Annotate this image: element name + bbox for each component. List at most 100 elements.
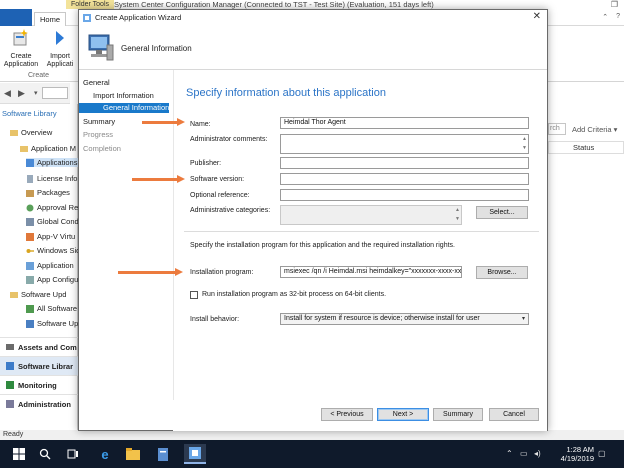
tree-item-software-updates[interactable]: Software Upd: [10, 290, 66, 299]
chevron-up-icon[interactable]: ⌃: [602, 13, 608, 21]
tree-item-all-software-updates[interactable]: All Software: [26, 304, 77, 313]
applications-icon: [26, 158, 34, 167]
create-application-button[interactable]: Create Application: [2, 28, 40, 69]
workspace-assets[interactable]: Assets and Com: [0, 337, 78, 356]
monitoring-icon: [6, 381, 14, 389]
tree-item-license-information[interactable]: License Info: [26, 174, 77, 183]
run-32bit-label: Run installation program as 32-bit proce…: [202, 291, 387, 298]
condition-icon: [26, 217, 34, 226]
search-button[interactable]: [34, 444, 56, 464]
step-import-information: Import Information: [93, 91, 154, 100]
taskbar-edge[interactable]: e: [94, 444, 116, 464]
wizard-title: Create Application Wizard: [95, 13, 182, 22]
start-button[interactable]: [8, 444, 30, 464]
publisher-label: Publisher:: [190, 160, 222, 167]
admin-comments-field[interactable]: ▲ ▼: [280, 134, 529, 154]
address-box[interactable]: [42, 87, 68, 99]
annotation-arrow-install-program: [118, 268, 183, 276]
scroll-down-icon[interactable]: ▼: [522, 146, 527, 151]
clock[interactable]: 1:28 AM 4/19/2019: [561, 445, 594, 463]
browse-button[interactable]: Browse...: [476, 266, 528, 279]
edge-icon: e: [101, 446, 109, 462]
column-header-status[interactable]: Status: [548, 141, 624, 154]
tree-item-windows-sideloading[interactable]: Windows Sid: [26, 246, 80, 255]
file-tab[interactable]: [0, 9, 32, 26]
navigation-bar: ◀ ▶ ▾: [0, 83, 70, 104]
tree-item-packages[interactable]: Packages: [26, 188, 70, 197]
tree-item-application-management[interactable]: Application M: [20, 144, 76, 153]
page-title: Specify information about this applicati…: [186, 87, 386, 99]
tree-item-overview[interactable]: Overview: [10, 128, 52, 137]
taskbar-file-explorer[interactable]: [122, 444, 144, 464]
tree-item-application-groups[interactable]: Application: [26, 261, 74, 270]
import-icon: [56, 31, 64, 45]
workspace-administration[interactable]: Administration: [0, 394, 78, 413]
dropdown-icon[interactable]: ▾: [34, 89, 38, 97]
search-icon: [39, 448, 51, 460]
install-info-text: Specify the installation program for thi…: [190, 242, 455, 249]
scroll-up-icon[interactable]: ▲: [522, 137, 527, 142]
next-button[interactable]: Next >: [377, 408, 429, 421]
optional-reference-label: Optional reference:: [190, 192, 250, 199]
folder-tools-tab[interactable]: Folder Tools: [66, 0, 115, 9]
back-arrow-icon[interactable]: ◀: [4, 88, 11, 99]
summary-button[interactable]: Summary: [433, 408, 483, 421]
tree-item-software-update-groups[interactable]: Software Up: [26, 319, 78, 328]
config-icon: [26, 275, 34, 284]
ribbon-group-label: Create: [28, 72, 50, 79]
install-behavior-select[interactable]: Install for system if resource is device…: [280, 313, 529, 325]
config-manager-icon: [189, 447, 201, 459]
install-program-field[interactable]: msiexec /qn /i Heimdal.msi heimdalkey="x…: [280, 266, 462, 278]
import-application-button[interactable]: Import Applicati: [44, 28, 76, 69]
import-application-label: Import Applicati: [46, 53, 74, 68]
restore-icon[interactable]: ❐: [611, 0, 618, 9]
workspace-monitoring[interactable]: Monitoring: [0, 375, 78, 394]
tab-home[interactable]: Home: [34, 12, 66, 26]
publisher-field[interactable]: [280, 157, 529, 169]
cancel-button[interactable]: Cancel: [489, 408, 539, 421]
annotation-arrow-software-version: [132, 175, 185, 183]
install-behavior-label: Install behavior:: [190, 316, 240, 323]
taskbar: e ⌃ ▭ ◂) 1:28 AM 4/19/2019 ▢: [0, 440, 624, 468]
software-version-field[interactable]: [280, 173, 529, 185]
optional-reference-field[interactable]: [280, 189, 529, 201]
previous-button[interactable]: < Previous: [321, 408, 373, 421]
appv-icon: [26, 232, 34, 241]
volume-icon[interactable]: ◂): [534, 449, 541, 458]
tree-item-appv-environments[interactable]: App-V Virtu: [26, 232, 75, 241]
approval-icon: [26, 204, 34, 211]
taskbar-config-manager[interactable]: [184, 444, 206, 464]
tree-item-app-configuration[interactable]: App Configu: [26, 275, 78, 284]
content-pane: rch Add Criteria ▾ Status: [548, 104, 624, 430]
step-general: General: [83, 78, 110, 87]
window-controls: ❐: [611, 0, 618, 9]
search-input[interactable]: rch: [548, 123, 566, 135]
task-view-icon: [67, 449, 78, 459]
tree-item-approval-requests[interactable]: Approval Re: [26, 203, 78, 212]
chevron-up-icon[interactable]: ⌃: [506, 449, 513, 458]
file-explorer-icon: [126, 448, 140, 460]
task-view-button[interactable]: [62, 444, 84, 464]
workspace-software-library[interactable]: Software Librar: [0, 356, 78, 375]
select-button[interactable]: Select...: [476, 206, 528, 219]
help-icon[interactable]: ?: [616, 13, 620, 21]
forward-arrow-icon[interactable]: ▶: [18, 88, 25, 99]
tree-item-applications[interactable]: Applications: [26, 158, 82, 167]
notifications-icon[interactable]: ▢: [598, 449, 606, 458]
install-behavior-value: Install for system if resource is device…: [284, 315, 480, 322]
taskbar-server-manager[interactable]: [152, 444, 174, 464]
app-title: System Center Configuration Manager (Con…: [114, 0, 434, 9]
name-field[interactable]: Heimdal Thor Agent: [280, 117, 529, 129]
scroll-up-icon: ▲: [455, 207, 460, 213]
folder-icon: [10, 129, 18, 136]
network-icon[interactable]: ▭: [520, 449, 528, 458]
key-icon: [26, 248, 34, 253]
wizard-steps: General Import Information General Infor…: [79, 70, 173, 400]
step-progress: Progress: [83, 130, 114, 139]
update-group-icon: [26, 319, 34, 328]
tree-item-global-conditions[interactable]: Global Cond: [26, 217, 79, 226]
add-criteria-button[interactable]: Add Criteria ▾: [572, 125, 617, 134]
run-32bit-checkbox[interactable]: [190, 291, 198, 299]
close-icon[interactable]: ✕: [533, 11, 541, 22]
update-icon: [26, 304, 34, 313]
